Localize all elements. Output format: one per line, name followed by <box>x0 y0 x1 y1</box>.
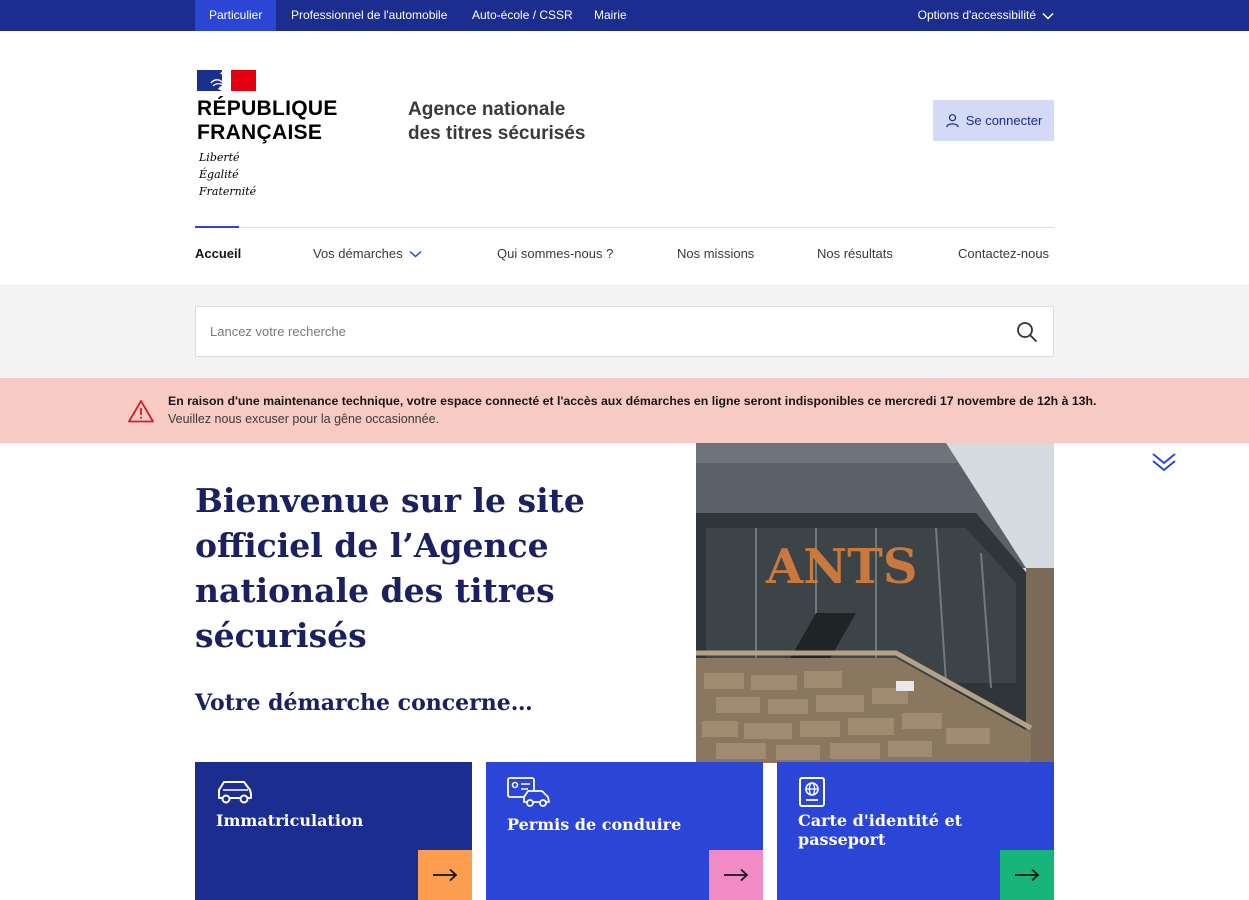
topbar-item-auto-ecole[interactable]: Auto-école / CSSR <box>472 0 573 31</box>
nav-active-indicator <box>195 226 239 228</box>
card-identite-arrow-button[interactable] <box>1000 850 1054 900</box>
card-carte-identite-passeport[interactable]: Carte d'identité et passeport <box>777 762 1054 900</box>
double-chevron-down-icon[interactable] <box>1151 450 1177 474</box>
accessibility-options-button[interactable]: Options d'accessibilité <box>918 0 1054 31</box>
card-identite-label: Carte d'identité et passeport <box>798 811 963 849</box>
motto-fraternite: Fraternité <box>199 185 257 198</box>
republic-line-2: FRANÇAISE <box>197 121 323 144</box>
search-input[interactable] <box>196 307 996 356</box>
login-label: Se connecter <box>965 113 1043 128</box>
topbar-item-professionnel[interactable]: Professionnel de l'automobile <box>291 0 447 31</box>
maintenance-alert <box>0 378 1249 443</box>
car-icon <box>218 781 252 804</box>
card-permis-arrow-button[interactable] <box>709 850 763 900</box>
alert-message: En raison d'une maintenance technique, v… <box>168 394 1097 408</box>
agency-name[interactable]: Agence nationale des titres sécurisés <box>408 98 585 146</box>
card-permis-label: Permis de conduire <box>507 815 682 834</box>
agency-line-1: Agence nationale <box>408 99 566 120</box>
topbar-item-particulier[interactable]: Particulier <box>195 0 277 31</box>
chevron-down-icon <box>1042 12 1054 20</box>
motto-egalite: Égalité <box>199 168 239 181</box>
nav-divider <box>195 227 1054 228</box>
card-permis-de-conduire[interactable]: Permis de conduire <box>486 762 763 900</box>
hero-title: Bienvenue sur le site officiel de l’Agen… <box>195 481 585 655</box>
accessibility-options-label: Options d'accessibilité <box>917 8 1036 22</box>
login-button[interactable]: Se connecter <box>933 100 1054 141</box>
passport-icon <box>799 777 825 807</box>
search-icon[interactable] <box>1015 320 1039 344</box>
topbar-item-mairie[interactable]: Mairie <box>594 0 627 31</box>
nav-item-accueil[interactable]: Accueil <box>195 246 241 261</box>
warning-icon <box>128 400 154 423</box>
arrow-right-icon <box>433 868 458 882</box>
card-immatriculation-arrow-button[interactable] <box>418 850 472 900</box>
alert-apology: Veuillez nous excuser pour la gêne occas… <box>168 412 440 426</box>
republic-motto: Liberté Égalité Fraternité <box>199 149 256 200</box>
ants-building-photo: ANTS <box>696 443 1054 763</box>
user-icon <box>945 114 959 128</box>
agency-line-2: des titres sécurisés <box>408 123 586 144</box>
nav-item-contactez-nous[interactable]: Contactez-nous <box>958 246 1049 261</box>
arrow-right-icon <box>724 868 749 882</box>
nav-item-qui-sommes-nous[interactable]: Qui sommes-nous ? <box>497 246 613 261</box>
driving-license-icon <box>507 777 550 807</box>
card-immatriculation[interactable]: Immatriculation <box>195 762 472 900</box>
nav-item-vos-demarches-label: Vos démarches <box>313 246 403 261</box>
republique-francaise-wordmark[interactable]: RÉPUBLIQUE FRANÇAISE <box>197 97 338 145</box>
top-bar: Particulier Professionnel de l'automobil… <box>0 0 1249 31</box>
arrow-right-icon <box>1015 868 1040 882</box>
nav-item-nos-missions[interactable]: Nos missions <box>677 246 754 261</box>
card-immatriculation-label: Immatriculation <box>216 811 364 830</box>
republic-line-1: RÉPUBLIQUE <box>197 97 338 120</box>
motto-liberte: Liberté <box>199 151 240 164</box>
marianne-logo-icon[interactable] <box>197 70 256 91</box>
hero-subtitle: Votre démarche concerne… <box>195 690 533 716</box>
svg-text:ANTS: ANTS <box>765 539 918 595</box>
search-box <box>195 306 1054 357</box>
nav-item-vos-demarches[interactable]: Vos démarches <box>313 246 422 261</box>
nav-item-nos-resultats[interactable]: Nos résultats <box>817 246 893 261</box>
chevron-down-icon <box>409 250 422 258</box>
